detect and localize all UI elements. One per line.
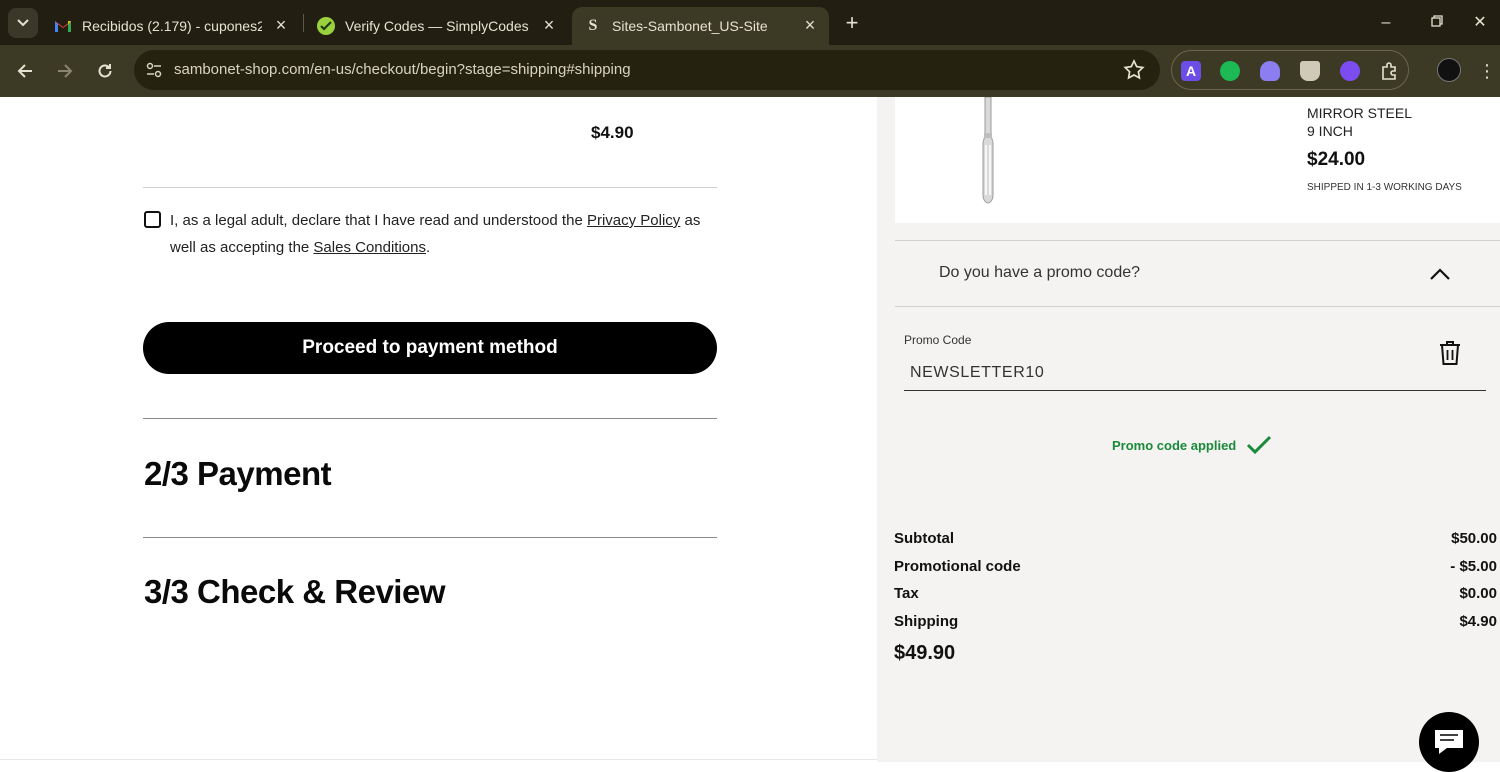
close-tab-icon[interactable]: × — [272, 16, 290, 34]
tab-simplycodes[interactable]: Verify Codes — SimplyCodes × — [305, 7, 568, 45]
shipping-method-price: $4.90 — [591, 123, 634, 142]
trash-icon[interactable] — [1438, 339, 1462, 367]
close-tab-icon[interactable]: × — [801, 16, 819, 34]
gmail-icon — [54, 17, 72, 35]
new-tab-button[interactable]: + — [838, 9, 866, 37]
totals-label: Subtotal — [894, 530, 954, 547]
forward-button[interactable] — [50, 56, 80, 86]
extensions-area: A — [1171, 50, 1409, 90]
totals-label: Tax — [894, 585, 919, 602]
product-price: $24.00 — [1307, 149, 1366, 170]
totals-value: $4.90 — [1459, 612, 1497, 630]
product-knife-image — [982, 97, 994, 204]
totals-label: Shipping — [894, 612, 959, 630]
tab-title: Verify Codes — SimplyCodes — [345, 18, 529, 34]
url-text: sambonet-shop.com/en-us/checkout/begin?s… — [174, 61, 631, 78]
checkmark-icon — [1247, 435, 1272, 455]
tab-gmail[interactable]: Recibidos (2.179) - cupones226 × — [42, 7, 300, 45]
promo-question: Do you have a promo code? — [939, 264, 1141, 281]
legal-consent-checkbox[interactable] — [144, 211, 161, 228]
address-bar[interactable]: sambonet-shop.com/en-us/checkout/begin?s… — [134, 50, 1160, 90]
privacy-policy-link[interactable]: Privacy Policy — [587, 212, 680, 229]
grand-total: $49.90 — [894, 642, 956, 664]
step-review-heading[interactable]: 3/3 Check & Review — [144, 573, 446, 611]
sales-conditions-link[interactable]: Sales Conditions — [313, 239, 426, 256]
browser-toolbar: sambonet-shop.com/en-us/checkout/begin?s… — [0, 45, 1500, 97]
tab-title: Recibidos (2.179) - cupones226 — [82, 18, 262, 34]
extension-ghost-icon[interactable] — [1260, 61, 1280, 81]
checkout-page: $4.90 I, as a legal adult, declare that … — [0, 97, 1500, 772]
restore-icon — [1431, 15, 1443, 27]
puzzle-extensions-icon[interactable] — [1379, 61, 1399, 81]
promo-applied-text: Promo code applied — [1112, 437, 1237, 453]
simplycodes-icon — [317, 17, 335, 35]
product-card: MIRROR STEEL 9 INCH $24.00 SHIPPED IN 1-… — [895, 97, 1500, 223]
step-payment-heading[interactable]: 2/3 Payment — [144, 455, 332, 493]
totals-row-promotional-code: Promotional code - $5.00 — [894, 555, 1497, 583]
product-name: MIRROR STEEL 9 INCH — [1307, 104, 1412, 140]
reload-icon — [98, 64, 112, 78]
totals-value: $50.00 — [1451, 530, 1497, 547]
product-shipping-note: SHIPPED IN 1-3 WORKING DAYS — [1307, 182, 1462, 193]
profile-avatar[interactable] — [1437, 58, 1461, 82]
promo-applied-status: Promo code applied — [1112, 435, 1272, 455]
chat-bubble-icon — [1435, 730, 1463, 754]
legal-consent-text: I, as a legal adult, declare that I have… — [170, 207, 720, 261]
tab-search-button[interactable] — [8, 8, 38, 38]
extension-a-icon[interactable]: A — [1181, 61, 1201, 81]
divider — [143, 537, 717, 538]
product-name-line: MIRROR STEEL — [1307, 105, 1413, 121]
close-window-button[interactable]: ✕ — [1460, 8, 1500, 38]
divider — [0, 759, 877, 760]
site-info-icon[interactable] — [144, 60, 164, 80]
product-name-line: 9 INCH — [1307, 123, 1353, 139]
tab-sambonet[interactable]: S Sites-Sambonet_US-Site × — [572, 7, 829, 45]
chat-button[interactable] — [1419, 712, 1479, 772]
chevron-up-icon — [1430, 268, 1450, 280]
close-tab-icon[interactable]: × — [540, 16, 558, 34]
consent-text-part: I, as a legal adult, declare that I have… — [170, 212, 587, 229]
reload-button[interactable] — [90, 56, 120, 86]
proceed-to-payment-button[interactable]: Proceed to payment method — [143, 322, 717, 374]
back-button[interactable] — [10, 56, 40, 86]
restore-button[interactable] — [1417, 8, 1457, 38]
extension-purple-icon[interactable] — [1340, 61, 1360, 81]
browser-menu-button[interactable]: ⋮ — [1478, 57, 1496, 85]
order-totals: Subtotal $50.00 Promotional code - $5.00… — [894, 527, 1497, 637]
promo-code-input[interactable] — [904, 355, 1486, 391]
arrow-right-icon — [58, 64, 73, 78]
totals-row-subtotal: Subtotal $50.00 — [894, 527, 1497, 555]
browser-tabbar: Recibidos (2.179) - cupones226 × Verify … — [0, 0, 1500, 45]
consent-text-part: . — [426, 239, 431, 256]
tab-title: Sites-Sambonet_US-Site — [612, 18, 768, 34]
arrow-left-icon — [17, 64, 32, 78]
chevron-down-icon — [17, 19, 29, 27]
divider — [143, 187, 717, 188]
totals-value: - $5.00 — [1450, 557, 1497, 575]
totals-value: $0.00 — [1459, 585, 1497, 602]
totals-label: Promotional code — [894, 557, 1021, 575]
extension-green-icon[interactable] — [1220, 61, 1240, 81]
divider — [143, 418, 717, 419]
totals-row-tax: Tax $0.00 — [894, 582, 1497, 610]
tab-divider — [303, 14, 304, 32]
extension-cylinder-icon[interactable] — [1300, 61, 1320, 81]
order-summary: MIRROR STEEL 9 INCH $24.00 SHIPPED IN 1-… — [877, 97, 1500, 762]
minimize-button[interactable]: – — [1366, 8, 1406, 38]
sambonet-icon: S — [588, 17, 598, 34]
promo-code-label: Promo Code — [904, 333, 972, 347]
totals-row-shipping: Shipping $4.90 — [894, 610, 1497, 638]
promo-code-toggle[interactable]: Do you have a promo code? — [895, 240, 1500, 307]
bookmark-star-icon[interactable] — [1122, 58, 1146, 82]
